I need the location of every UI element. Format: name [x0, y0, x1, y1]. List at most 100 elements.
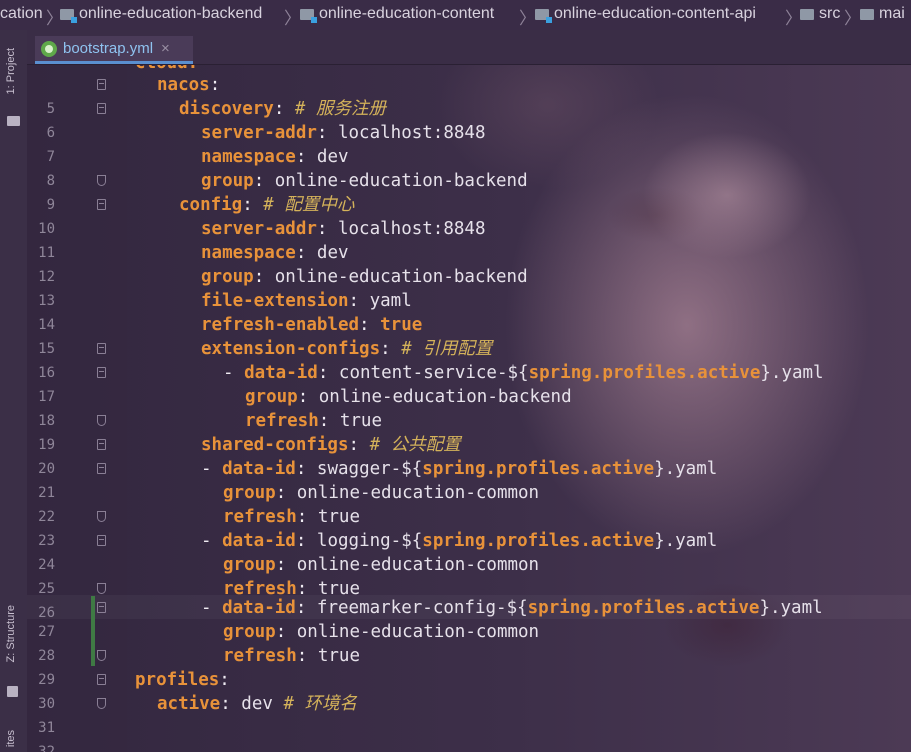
code-line: 25 group: online-education-common — [27, 553, 911, 597]
code-editor[interactable]: cloud: 5 nacos: 6 discovery: # 服务注册 7 se… — [27, 65, 911, 752]
code-line: 6 discovery: # 服务注册 — [27, 97, 911, 141]
yaml-value: localhost:8848 — [337, 123, 486, 143]
module-folder-icon — [535, 8, 552, 23]
code-line: 10 config: # 配置中心 — [27, 193, 911, 237]
yaml-key: extension-configs — [201, 339, 381, 359]
yaml-key: namespace — [201, 147, 296, 167]
yaml-comment: # 服务注册 — [294, 99, 386, 119]
breadcrumb-item[interactable]: online-education-content — [300, 5, 494, 23]
property-reference: spring.profiles.active — [422, 459, 655, 479]
yaml-value: }.yaml — [759, 598, 823, 618]
yaml-key: refresh — [223, 507, 297, 527]
breadcrumb-label: src — [819, 5, 841, 22]
yaml-key: refresh-enabled — [201, 315, 360, 335]
property-reference: spring.profiles.active — [422, 531, 655, 551]
code-line: 11 server-addr: localhost:8848 — [27, 217, 911, 261]
code-line: 13 group: online-education-backend — [27, 265, 911, 309]
fold-icon[interactable] — [97, 367, 106, 378]
fold-icon[interactable] — [97, 103, 106, 114]
yaml-key: active — [157, 694, 221, 714]
fold-icon[interactable] — [97, 463, 106, 474]
yaml-key: group — [223, 622, 276, 642]
yaml-key: server-addr — [201, 123, 317, 143]
yaml-value: true — [317, 507, 360, 527]
yaml-value: dev — [241, 694, 273, 714]
fold-end-icon[interactable] — [97, 175, 106, 186]
code-line: 7 server-addr: localhost:8848 — [27, 121, 911, 165]
breadcrumb-item[interactable]: src — [800, 5, 840, 23]
breadcrumb-item[interactable]: cation — [0, 5, 43, 23]
code-line: 24 - data-id: logging-${spring.profiles.… — [27, 529, 911, 573]
module-folder-icon — [60, 8, 77, 23]
yaml-key: group — [223, 483, 276, 503]
fold-icon[interactable] — [97, 439, 106, 450]
yaml-key: data-id — [222, 531, 296, 551]
editor-tab-bar: bootstrap.yml × — [27, 30, 911, 65]
yaml-boolean: true — [380, 315, 423, 335]
breadcrumb-label: online-education-content-api — [554, 5, 756, 22]
tab-bootstrap-yml[interactable]: bootstrap.yml × — [35, 36, 193, 64]
yaml-key: group — [245, 387, 298, 407]
yaml-key: group — [223, 555, 276, 575]
yaml-spring-file-icon — [41, 40, 57, 57]
breadcrumb-item[interactable]: mai — [860, 5, 905, 23]
structure-icon[interactable] — [7, 686, 18, 697]
yaml-value: localhost:8848 — [337, 219, 486, 239]
yaml-key: refresh — [223, 646, 297, 666]
yaml-value: dev — [316, 243, 349, 263]
code-line: 8 namespace: dev — [27, 145, 911, 189]
bottom-tool-button[interactable]: ites — [5, 730, 17, 747]
yaml-key: discovery — [179, 99, 274, 119]
yaml-key: group — [201, 171, 254, 191]
fold-icon[interactable] — [97, 674, 106, 685]
yaml-value: yaml — [369, 291, 412, 311]
code-line: 29 refresh: true — [27, 644, 911, 688]
module-folder-icon — [300, 8, 317, 23]
yaml-value: online-education-backend — [318, 387, 572, 407]
yaml-value: }.yaml — [654, 459, 718, 479]
code-line: 14 file-extension: yaml — [27, 289, 911, 333]
breadcrumb-item[interactable]: online-education-content-api — [535, 5, 756, 23]
fold-end-icon[interactable] — [97, 650, 106, 661]
code-line: 17 - data-id: content-service-${spring.p… — [27, 361, 911, 405]
fold-icon[interactable] — [97, 602, 106, 613]
fold-end-icon[interactable] — [97, 583, 106, 594]
yaml-key: shared-configs — [201, 435, 349, 455]
property-reference: spring.profiles.active — [527, 598, 760, 618]
code-line: 16 extension-configs: # 引用配置 — [27, 337, 911, 381]
breadcrumb-label: online-education-content — [319, 5, 495, 22]
fold-icon[interactable] — [97, 535, 106, 546]
code-line: 20 shared-configs: # 公共配置 — [27, 433, 911, 477]
close-tab-icon[interactable]: × — [161, 40, 170, 57]
yaml-key: data-id — [222, 598, 296, 618]
yaml-value: freemarker-config-${ — [316, 598, 528, 618]
yaml-value: }.yaml — [654, 531, 718, 551]
yaml-value: dev — [316, 147, 349, 167]
breadcrumb-separator: 〉 — [519, 9, 536, 28]
yaml-value: }.yaml — [760, 363, 824, 383]
project-folder-icon[interactable] — [7, 116, 20, 126]
code-line: 23 refresh: true — [27, 505, 911, 549]
code-line: 15 refresh-enabled: true — [27, 313, 911, 357]
tab-label: bootstrap.yml — [63, 40, 154, 57]
project-tool-button[interactable]: 1: Project — [5, 48, 17, 94]
yaml-value: true — [317, 646, 360, 666]
fold-icon[interactable] — [97, 199, 106, 210]
yaml-value: online-education-common — [296, 555, 540, 575]
fold-end-icon[interactable] — [97, 415, 106, 426]
yaml-value: content-service-${ — [338, 363, 529, 383]
yaml-key: group — [201, 267, 254, 287]
yaml-comment: # 公共配置 — [369, 435, 461, 455]
breadcrumb-item[interactable]: online-education-backend — [60, 5, 262, 23]
yaml-key: profiles — [135, 670, 220, 690]
fold-icon[interactable] — [97, 79, 106, 90]
fold-end-icon[interactable] — [97, 511, 106, 522]
fold-end-icon[interactable] — [97, 698, 106, 709]
structure-tool-button[interactable]: Z: Structure — [5, 605, 17, 662]
yaml-value: online-education-backend — [274, 171, 528, 191]
breadcrumb-label: cation — [0, 5, 43, 22]
yaml-value: online-education-common — [296, 483, 540, 503]
left-tool-strip: 1: Project Z: Structure ites — [0, 30, 28, 752]
fold-icon[interactable] — [97, 343, 106, 354]
yaml-value: true — [339, 411, 382, 431]
